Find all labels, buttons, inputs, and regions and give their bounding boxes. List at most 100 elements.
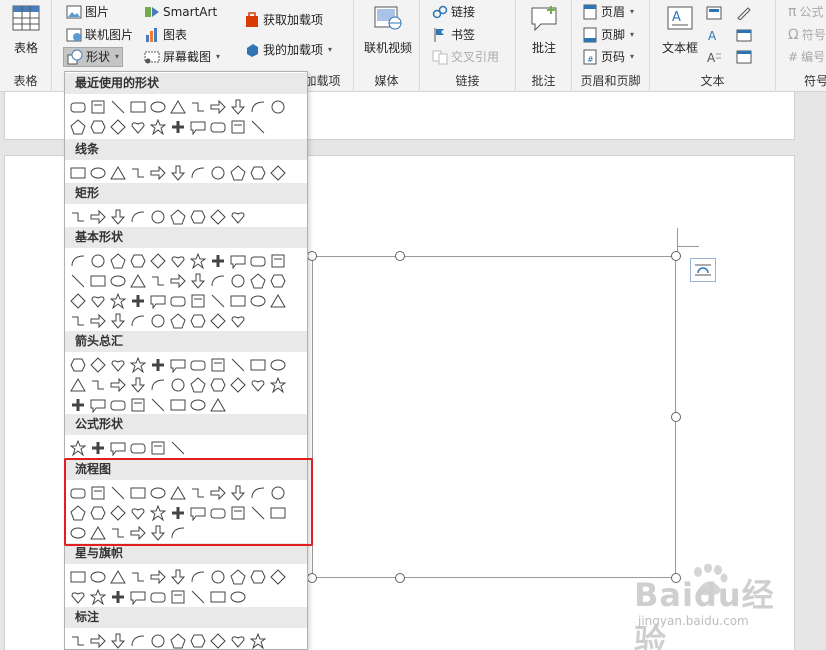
- online-pictures-button[interactable]: 联机图片: [66, 25, 133, 45]
- my-addins-button[interactable]: 我的加载项 ▾: [244, 40, 332, 60]
- shape-thumbnail[interactable]: [88, 271, 108, 291]
- shape-thumbnail[interactable]: [148, 355, 168, 375]
- shape-thumbnail[interactable]: [88, 438, 108, 458]
- shape-thumbnail[interactable]: [188, 97, 208, 117]
- shape-thumbnail[interactable]: [228, 207, 248, 227]
- shape-thumbnail[interactable]: [168, 117, 188, 137]
- shape-thumbnail[interactable]: [208, 631, 228, 649]
- shape-thumbnail[interactable]: [268, 355, 288, 375]
- shape-thumbnail[interactable]: [188, 117, 208, 137]
- shape-thumbnail[interactable]: [208, 355, 228, 375]
- smartart-button[interactable]: SmartArt: [144, 2, 217, 22]
- shape-thumbnail[interactable]: [88, 311, 108, 331]
- shape-thumbnail[interactable]: [188, 395, 208, 415]
- shape-thumbnail[interactable]: [148, 395, 168, 415]
- shape-thumbnail[interactable]: [168, 395, 188, 415]
- shape-thumbnail[interactable]: [88, 117, 108, 137]
- shape-thumbnail[interactable]: [208, 291, 228, 311]
- chart-button[interactable]: 图表: [144, 25, 187, 45]
- shape-thumbnail[interactable]: [268, 375, 288, 395]
- shape-thumbnail[interactable]: [88, 587, 108, 607]
- date-time-icon[interactable]: [736, 28, 752, 42]
- shape-thumbnail[interactable]: [108, 97, 128, 117]
- shape-thumbnail[interactable]: [228, 291, 248, 311]
- shape-thumbnail[interactable]: [148, 291, 168, 311]
- numbering-button[interactable]: # 编号: [788, 47, 825, 67]
- shape-thumbnail[interactable]: [148, 438, 168, 458]
- shape-thumbnail[interactable]: [128, 355, 148, 375]
- drop-cap-icon[interactable]: A: [706, 50, 722, 64]
- shape-thumbnail[interactable]: [188, 163, 208, 183]
- link-button[interactable]: 链接: [432, 2, 475, 22]
- shape-thumbnail[interactable]: [208, 375, 228, 395]
- shape-thumbnail[interactable]: [248, 163, 268, 183]
- shape-thumbnail[interactable]: [188, 567, 208, 587]
- shape-thumbnail[interactable]: [168, 311, 188, 331]
- shape-thumbnail[interactable]: [128, 438, 148, 458]
- shape-thumbnail[interactable]: [188, 375, 208, 395]
- shape-thumbnail[interactable]: [148, 117, 168, 137]
- shape-thumbnail[interactable]: [108, 163, 128, 183]
- shape-thumbnail[interactable]: [108, 631, 128, 649]
- shape-thumbnail[interactable]: [208, 587, 228, 607]
- shape-thumbnail[interactable]: [248, 251, 268, 271]
- shape-thumbnail[interactable]: [108, 587, 128, 607]
- shape-thumbnail[interactable]: [268, 163, 288, 183]
- shape-thumbnail[interactable]: [68, 163, 88, 183]
- shape-thumbnail[interactable]: [228, 375, 248, 395]
- resize-handle[interactable]: [395, 251, 405, 261]
- shape-thumbnail[interactable]: [228, 117, 248, 137]
- shape-thumbnail[interactable]: [188, 271, 208, 291]
- shape-thumbnail[interactable]: [68, 97, 88, 117]
- shape-thumbnail[interactable]: [168, 631, 188, 649]
- shape-thumbnail[interactable]: [128, 291, 148, 311]
- shape-thumbnail[interactable]: [168, 375, 188, 395]
- shape-thumbnail[interactable]: [148, 207, 168, 227]
- shape-thumbnail[interactable]: [148, 163, 168, 183]
- shape-thumbnail[interactable]: [88, 375, 108, 395]
- shape-thumbnail[interactable]: [188, 207, 208, 227]
- shape-thumbnail[interactable]: [68, 271, 88, 291]
- shape-thumbnail[interactable]: [88, 395, 108, 415]
- shape-thumbnail[interactable]: [88, 567, 108, 587]
- shape-thumbnail[interactable]: [188, 355, 208, 375]
- shape-thumbnail[interactable]: [208, 271, 228, 291]
- textbox-button[interactable]: A 文本框: [658, 4, 702, 56]
- shape-thumbnail[interactable]: [228, 163, 248, 183]
- shape-thumbnail[interactable]: [208, 311, 228, 331]
- bookmark-button[interactable]: 书签: [432, 25, 475, 45]
- shape-thumbnail[interactable]: [168, 163, 188, 183]
- shape-thumbnail[interactable]: [228, 355, 248, 375]
- shape-thumbnail[interactable]: [228, 97, 248, 117]
- shape-thumbnail[interactable]: [68, 311, 88, 331]
- shape-thumbnail[interactable]: [208, 97, 228, 117]
- resize-handle[interactable]: [395, 573, 405, 583]
- shape-thumbnail[interactable]: [208, 395, 228, 415]
- shape-thumbnail[interactable]: [128, 97, 148, 117]
- shape-thumbnail[interactable]: [168, 355, 188, 375]
- shape-thumbnail[interactable]: [108, 567, 128, 587]
- shape-thumbnail[interactable]: [248, 291, 268, 311]
- shape-thumbnail[interactable]: [128, 251, 148, 271]
- symbol-button[interactable]: Ω 符号: [788, 25, 826, 45]
- get-addins-button[interactable]: 获取加载项: [244, 10, 323, 30]
- table-button[interactable]: 表格: [8, 4, 44, 56]
- shape-thumbnail[interactable]: [68, 355, 88, 375]
- shape-thumbnail[interactable]: [68, 587, 88, 607]
- shape-thumbnail[interactable]: [148, 97, 168, 117]
- shape-thumbnail[interactable]: [108, 207, 128, 227]
- shape-thumbnail[interactable]: [128, 567, 148, 587]
- shape-thumbnail[interactable]: [208, 117, 228, 137]
- shape-thumbnail[interactable]: [168, 207, 188, 227]
- shape-thumbnail[interactable]: [88, 355, 108, 375]
- shape-thumbnail[interactable]: [88, 163, 108, 183]
- shape-thumbnail[interactable]: [88, 97, 108, 117]
- shape-thumbnail[interactable]: [188, 587, 208, 607]
- shape-thumbnail[interactable]: [228, 567, 248, 587]
- resize-handle[interactable]: [307, 573, 317, 583]
- shape-thumbnail[interactable]: [188, 631, 208, 649]
- shape-thumbnail[interactable]: [128, 163, 148, 183]
- shape-thumbnail[interactable]: [248, 567, 268, 587]
- shape-thumbnail[interactable]: [148, 251, 168, 271]
- resize-handle[interactable]: [671, 412, 681, 422]
